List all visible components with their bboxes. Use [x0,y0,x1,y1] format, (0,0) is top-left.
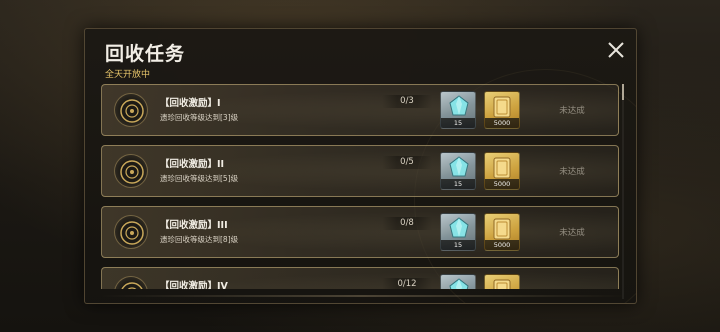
relic-medallion-icon [114,215,148,249]
close-button[interactable] [605,39,627,61]
crystal-icon [449,156,469,177]
task-row: 【回收激励】IV 0/12 [101,267,619,289]
reward-count: 5000 [485,240,519,250]
relic-medallion-icon [114,154,148,188]
reward-item-gold[interactable] [484,274,520,289]
scrollbar-track[interactable] [622,84,624,299]
reward-item-crystal[interactable] [440,274,476,289]
task-status: 未达成 [559,106,585,116]
gold-ticket-icon [493,96,511,118]
task-progress: 0/8 [382,217,432,230]
task-description: 遗珍回收等级达到[3]级 [160,113,239,122]
crystal-icon [449,95,469,116]
task-status: 未达成 [559,228,585,238]
gold-ticket-icon [493,218,511,240]
task-title: 【回收激励】IV [160,281,228,289]
task-title: 【回收激励】II [160,159,225,170]
task-progress: 0/5 [382,156,432,169]
reward-count: 15 [441,118,475,128]
gold-ticket-icon [493,279,511,289]
reward-item-crystal[interactable]: 15 [440,91,476,129]
close-icon [608,42,624,58]
reward-count: 15 [441,179,475,189]
task-progress: 0/3 [382,95,432,108]
reward-item-crystal[interactable]: 15 [440,152,476,190]
task-row: 【回收激励】I 遗珍回收等级达到[3]级 0/3 15 5000 未达成 [101,84,619,136]
recycle-task-panel: 回收任务 全天开放中 【回收激励】I 遗珍回收等级达到[3]级 0/3 15 5… [84,28,637,304]
reward-item-gold[interactable]: 5000 [484,91,520,129]
open-status-label: 全天开放中 [105,70,151,80]
task-row: 【回收激励】III 遗珍回收等级达到[8]级 0/8 15 5000 未达成 [101,206,619,258]
panel-bottom-divider [97,295,625,297]
gold-ticket-icon [493,157,511,179]
reward-count: 15 [441,240,475,250]
reward-item-crystal[interactable]: 15 [440,213,476,251]
task-title: 【回收激励】I [160,98,221,109]
reward-count: 5000 [485,118,519,128]
reward-count: 5000 [485,179,519,189]
scrollbar-thumb[interactable] [622,84,624,100]
task-list[interactable]: 【回收激励】I 遗珍回收等级达到[3]级 0/3 15 5000 未达成 【回收… [101,84,619,289]
panel-title: 回收任务 [105,43,186,65]
task-description: 遗珍回收等级达到[5]级 [160,174,239,183]
task-row: 【回收激励】II 遗珍回收等级达到[5]级 0/5 15 5000 未达成 [101,145,619,197]
crystal-icon [449,278,469,289]
task-status: 未达成 [559,167,585,177]
reward-item-gold[interactable]: 5000 [484,213,520,251]
reward-item-gold[interactable]: 5000 [484,152,520,190]
relic-medallion-icon [114,276,148,289]
task-description: 遗珍回收等级达到[8]级 [160,235,239,244]
task-title: 【回收激励】III [160,220,228,231]
relic-medallion-icon [114,93,148,127]
task-progress: 0/12 [382,278,432,289]
crystal-icon [449,217,469,238]
